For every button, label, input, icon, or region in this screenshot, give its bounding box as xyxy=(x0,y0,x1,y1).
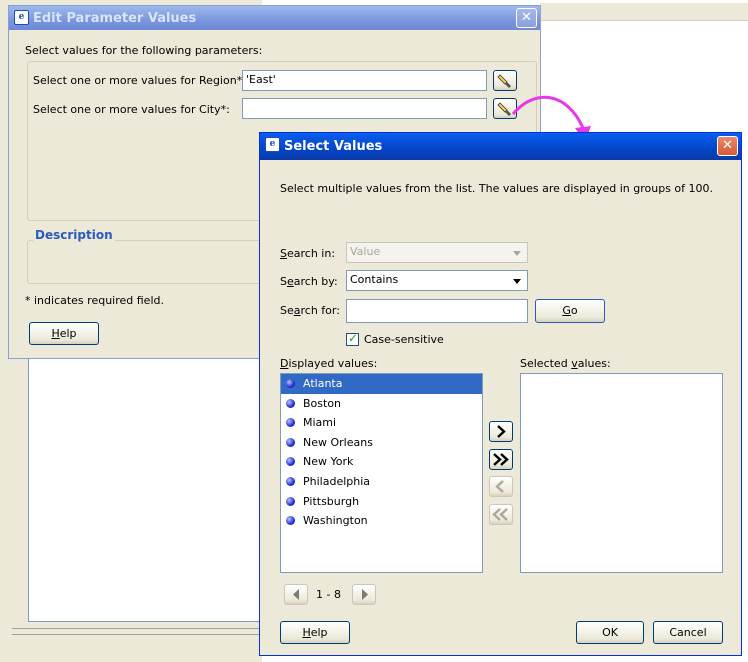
list-item[interactable]: Atlanta xyxy=(281,374,482,394)
remove-selected-button[interactable] xyxy=(489,476,513,497)
help-label: elp xyxy=(59,327,77,340)
background-divider xyxy=(12,634,262,635)
search-by-select[interactable]: Contains xyxy=(346,270,528,291)
displayed-values-list[interactable]: Atlanta Boston Miami New Orleans New York Phi… xyxy=(280,373,483,573)
required-note: * indicates required field. xyxy=(25,294,164,307)
search-by-value: Contains xyxy=(350,273,399,286)
selected-values-label: Selected values: xyxy=(520,357,611,370)
bullet-icon xyxy=(286,516,295,526)
list-item-label: Washington xyxy=(303,514,368,528)
close-icon[interactable]: ✕ xyxy=(516,8,537,28)
search-in-value: Value xyxy=(350,245,381,258)
list-item[interactable]: Miami xyxy=(281,413,482,433)
list-item-label: Boston xyxy=(303,396,342,410)
chevron-down-icon xyxy=(513,251,521,256)
select-values-dialog: e Select Values ✕ Select multiple values… xyxy=(259,132,742,656)
background-toolbar xyxy=(540,3,748,21)
chevron-right-icon xyxy=(497,425,506,438)
list-item-label: New York xyxy=(303,455,354,469)
select-dialog-title: Select Values xyxy=(284,139,383,154)
search-for-label: Search for: xyxy=(280,304,340,317)
list-item-label: Atlanta xyxy=(303,377,343,390)
chevron-left-icon xyxy=(495,480,504,493)
select-help-button[interactable]: Help xyxy=(280,621,350,644)
go-label: o xyxy=(570,304,578,317)
help-mnemonic: H xyxy=(51,327,60,340)
move-selected-button[interactable] xyxy=(489,421,513,442)
select-dialog-titlebar[interactable]: e Select Values ✕ xyxy=(260,133,741,160)
list-item[interactable]: Pittsburgh xyxy=(281,492,482,512)
triangle-left-icon xyxy=(293,589,299,600)
bullet-icon xyxy=(286,496,295,506)
chevron-down-icon xyxy=(513,279,521,284)
region-label: Select one or more values for Region*: xyxy=(33,74,246,87)
triangle-right-icon xyxy=(362,589,368,600)
ie-window-icon: e xyxy=(14,10,29,25)
next-page-button[interactable] xyxy=(352,584,376,605)
search-for-input[interactable] xyxy=(346,299,528,323)
cancel-button[interactable]: Cancel xyxy=(653,621,723,644)
bullet-icon xyxy=(286,476,295,486)
go-button[interactable]: Go xyxy=(535,299,605,323)
region-input[interactable]: 'East' xyxy=(242,70,487,91)
bullet-icon xyxy=(286,437,295,447)
background-content-area xyxy=(28,358,261,622)
help-label: elp xyxy=(310,626,328,639)
list-item-label: New Orleans xyxy=(303,435,373,449)
remove-all-button[interactable] xyxy=(489,504,513,525)
close-icon[interactable]: ✕ xyxy=(717,136,738,156)
bullet-icon xyxy=(286,418,295,428)
list-item[interactable]: Philadelphia xyxy=(281,472,482,492)
city-input[interactable] xyxy=(242,98,487,119)
bullet-icon xyxy=(286,457,295,467)
bullet-icon xyxy=(286,398,295,408)
list-item-label: Miami xyxy=(303,416,337,430)
search-in-label: Search in: xyxy=(280,247,336,260)
displayed-values-label: Displayed values: xyxy=(280,357,378,370)
case-sensitive-label: Case-sensitive xyxy=(364,333,444,346)
edit-help-button[interactable]: Help xyxy=(29,322,99,345)
page-range: 1 - 8 xyxy=(316,588,341,601)
list-item[interactable]: Boston xyxy=(281,394,482,414)
case-sensitive-checkbox[interactable]: ✓ xyxy=(346,331,359,346)
list-item[interactable]: New York xyxy=(281,452,482,472)
checkmark-icon: ✓ xyxy=(348,331,359,345)
list-item[interactable]: Washington xyxy=(281,511,482,531)
edit-dialog-instruction: Select values for the following paramete… xyxy=(25,44,263,57)
selected-values-list[interactable] xyxy=(520,373,723,573)
double-chevron-right-icon xyxy=(493,453,509,466)
select-dialog-instruction: Select multiple values from the list. Th… xyxy=(280,182,714,195)
search-by-label: Search by: xyxy=(280,275,338,288)
help-mnemonic: H xyxy=(302,626,311,639)
list-item-label: Philadelphia xyxy=(303,474,371,488)
city-label: Select one or more values for City*: xyxy=(33,103,230,116)
go-mnemonic: G xyxy=(562,304,571,317)
ok-button[interactable]: OK xyxy=(576,621,644,644)
ie-window-icon: e xyxy=(265,137,280,152)
list-item[interactable]: New Orleans xyxy=(281,433,482,453)
description-group xyxy=(27,240,267,284)
bullet-icon xyxy=(286,379,295,388)
edit-dialog-title: Edit Parameter Values xyxy=(33,10,197,26)
description-label: Description xyxy=(33,228,115,242)
background-divider xyxy=(12,628,262,629)
double-chevron-left-icon xyxy=(492,508,508,521)
edit-dialog-titlebar[interactable]: e Edit Parameter Values ✕ xyxy=(9,6,540,30)
list-item-label: Pittsburgh xyxy=(303,494,360,508)
move-all-button[interactable] xyxy=(489,449,513,470)
previous-page-button[interactable] xyxy=(284,584,308,605)
search-in-select: Value xyxy=(346,242,528,263)
